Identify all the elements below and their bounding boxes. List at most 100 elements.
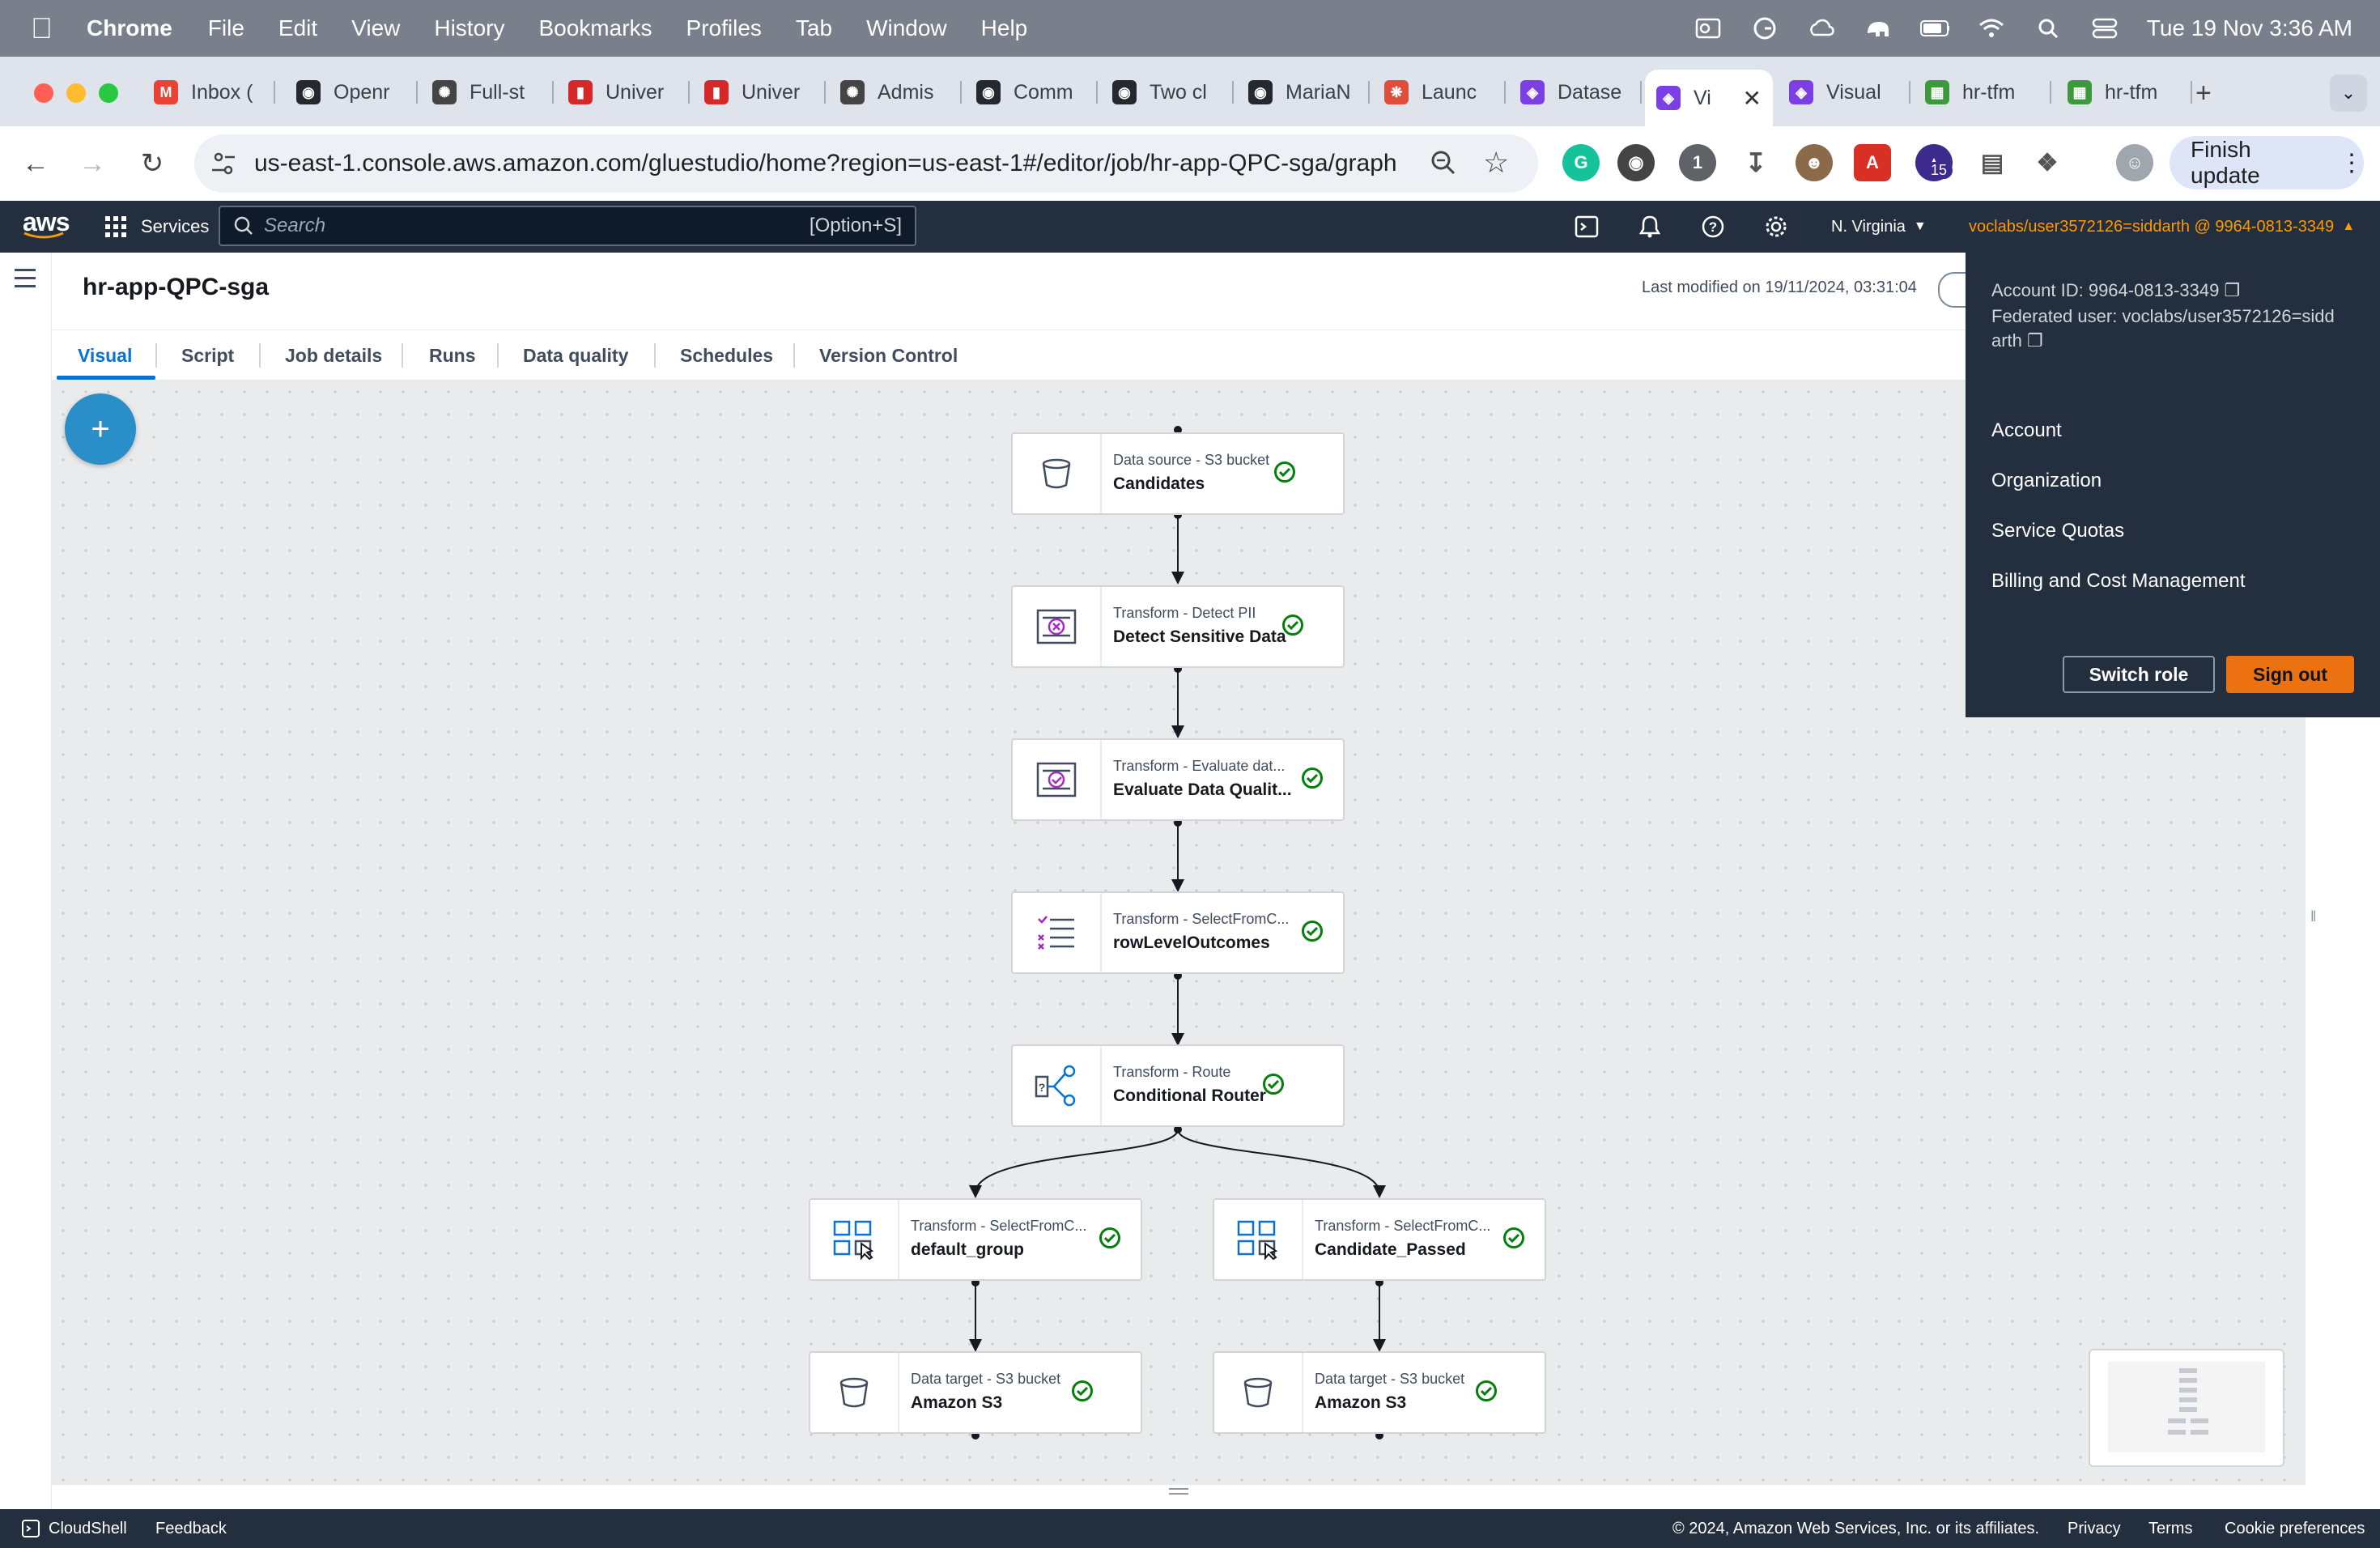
copy-icon[interactable]: ❐ xyxy=(2224,280,2240,300)
node-data-target-s3-left[interactable]: Data target - S3 bucket Amazon S3 xyxy=(809,1351,1142,1434)
browser-tab[interactable]: ◈ Datase xyxy=(1509,70,1642,115)
cloud-sync-icon[interactable] xyxy=(1807,16,1836,40)
address-bar[interactable]: us-east-1.console.aws.amazon.com/gluestu… xyxy=(194,134,1538,193)
menu-app-name[interactable]: Chrome xyxy=(87,15,172,41)
spotlight-search-icon[interactable] xyxy=(2034,16,2063,40)
node-candidate-passed[interactable]: Transform - SelectFromC... Candidate_Pas… xyxy=(1213,1198,1546,1281)
menu-item-service-quotas[interactable]: Service Quotas xyxy=(1991,520,2124,542)
minimize-window-button[interactable] xyxy=(66,83,86,103)
tab-runs[interactable]: Runs xyxy=(429,330,476,381)
grammarly-extension-icon[interactable]: G xyxy=(1562,144,1600,181)
menu-window[interactable]: Window xyxy=(866,15,947,41)
grammarly-icon[interactable] xyxy=(1750,16,1779,40)
cookie-preferences-link[interactable]: Cookie preferences xyxy=(2225,1509,2365,1548)
browser-tab[interactable]: ▮ Univer xyxy=(557,70,690,115)
browser-tab[interactable]: ◈ Visual xyxy=(1778,70,1910,115)
menu-clock[interactable]: Tue 19 Nov 3:36 AM xyxy=(2147,15,2352,41)
menu-item-organization[interactable]: Organization xyxy=(1991,470,2102,492)
sheet-extension-icon[interactable]: ▤ xyxy=(1974,144,2011,181)
node-row-level-outcomes[interactable]: Transform - SelectFromC... rowLevelOutco… xyxy=(1011,891,1345,974)
browser-tab[interactable]: ◉ Openr xyxy=(285,70,418,115)
aws-logo[interactable]: aws xyxy=(23,207,70,239)
browser-tab[interactable]: ◉ Comm xyxy=(965,70,1098,115)
forward-arrow-icon[interactable]: → xyxy=(73,144,112,183)
browser-tab[interactable]: ▦ hr-tfm xyxy=(2056,70,2192,115)
download-icon[interactable]: ↧ xyxy=(1737,144,1774,181)
menu-history[interactable]: History xyxy=(434,15,504,41)
new-tab-button[interactable]: + xyxy=(2195,78,2212,109)
elephant-icon[interactable] xyxy=(1864,16,1893,40)
zoom-icon[interactable] xyxy=(1430,149,1457,181)
feedback-link[interactable]: Feedback xyxy=(155,1509,227,1548)
node-default-group[interactable]: Transform - SelectFromC... default_group xyxy=(809,1198,1142,1281)
terms-link[interactable]: Terms xyxy=(2148,1509,2192,1548)
browser-tab[interactable]: M Inbox ( xyxy=(142,70,275,115)
maximize-window-button[interactable] xyxy=(99,83,118,103)
node-data-target-s3-right[interactable]: Data target - S3 bucket Amazon S3 xyxy=(1213,1351,1546,1434)
graph-minimap[interactable] xyxy=(2089,1349,2284,1467)
bottom-panel-resize-handle[interactable] xyxy=(1169,1488,1188,1498)
cloudshell-icon[interactable] xyxy=(1572,212,1601,241)
browser-tab[interactable]: ▦ hr-tfm xyxy=(1914,70,2051,115)
settings-gear-icon[interactable] xyxy=(1762,212,1791,241)
tab-version-control[interactable]: Version Control xyxy=(819,330,958,381)
add-node-button[interactable]: + xyxy=(65,393,136,465)
tab-script[interactable]: Script xyxy=(181,330,234,381)
account-menu-trigger[interactable]: voclabs/user3572126=siddarth @ 9964-0813… xyxy=(1969,201,2355,253)
services-menu[interactable]: Services xyxy=(105,201,209,253)
menu-bookmarks[interactable]: Bookmarks xyxy=(538,15,652,41)
panel-resize-handle[interactable]: ‖ xyxy=(2310,908,2320,928)
spy-extension-icon[interactable]: ☻ xyxy=(1796,144,1833,181)
region-selector[interactable]: N. Virginia ▼ xyxy=(1831,201,1927,253)
switch-role-button[interactable]: Switch role xyxy=(2063,656,2215,693)
extensions-puzzle-icon[interactable]: ❖ xyxy=(2029,144,2066,181)
aws-search-input[interactable]: Search [Option+S] xyxy=(219,206,916,246)
pdf-extension-icon[interactable]: A xyxy=(1854,144,1891,181)
browser-tab[interactable]: ▮ Univer xyxy=(693,70,826,115)
node-data-source-candidates[interactable]: Data source - S3 bucket Candidates xyxy=(1011,432,1345,515)
tab-schedules[interactable]: Schedules xyxy=(680,330,773,381)
node-conditional-router[interactable]: ? Transform - Route Conditional Router xyxy=(1011,1044,1345,1127)
site-settings-icon[interactable] xyxy=(209,149,238,182)
browser-tab[interactable]: ✺ Admis xyxy=(829,70,962,115)
browser-tab[interactable]: ◈ Vi ✕ xyxy=(1645,70,1773,126)
browser-tab[interactable]: ✺ Full-st xyxy=(421,70,554,115)
outlook-icon[interactable] xyxy=(1694,16,1723,40)
menu-file[interactable]: File xyxy=(208,15,244,41)
notifications-bell-icon[interactable] xyxy=(1635,212,1664,241)
close-tab-icon[interactable]: ✕ xyxy=(1743,85,1762,112)
camera-extension-icon[interactable]: ◉ xyxy=(1617,144,1655,181)
node-detect-sensitive-data[interactable]: Transform - Detect PII Detect Sensitive … xyxy=(1011,585,1345,668)
browser-tab[interactable]: ❋ Launc xyxy=(1373,70,1506,115)
menu-edit[interactable]: Edit xyxy=(278,15,317,41)
menu-tab[interactable]: Tab xyxy=(796,15,832,41)
node-evaluate-data-quality[interactable]: Transform - Evaluate dat... Evaluate Dat… xyxy=(1011,738,1345,821)
menu-help[interactable]: Help xyxy=(981,15,1028,41)
copy-icon[interactable]: ❐ xyxy=(2027,330,2043,351)
tab-data-quality[interactable]: Data quality xyxy=(523,330,628,381)
control-center-icon[interactable] xyxy=(2090,16,2119,40)
menu-item-billing[interactable]: Billing and Cost Management xyxy=(1991,570,2246,593)
tab-visual[interactable]: Visual xyxy=(78,330,132,381)
help-icon[interactable]: ? xyxy=(1698,212,1728,241)
menu-item-account[interactable]: Account xyxy=(1991,419,2062,442)
finish-update-button[interactable]: Finish update ⋮ xyxy=(2170,136,2364,189)
bookmark-star-icon[interactable]: ☆ xyxy=(1483,146,1509,180)
password-extension-icon[interactable]: 1 xyxy=(1679,144,1716,181)
tab-search-button[interactable]: ⌄ xyxy=(2330,74,2367,112)
sign-out-button[interactable]: Sign out xyxy=(2226,656,2354,693)
close-window-button[interactable] xyxy=(34,83,53,103)
profile-avatar[interactable]: ☺ xyxy=(2116,144,2153,181)
hamburger-menu-icon[interactable] xyxy=(15,269,36,293)
reload-icon[interactable]: ↻ xyxy=(133,144,172,183)
apple-icon[interactable]:  xyxy=(31,11,53,45)
menu-view[interactable]: View xyxy=(351,15,400,41)
browser-tab[interactable]: ◉ Two cl xyxy=(1101,70,1234,115)
back-arrow-icon[interactable]: ← xyxy=(16,144,55,183)
browser-tab[interactable]: ◉ MariaN xyxy=(1237,70,1370,115)
menu-profiles[interactable]: Profiles xyxy=(686,15,762,41)
cloudshell-footer-button[interactable]: CloudShell xyxy=(21,1509,127,1548)
url-text[interactable]: us-east-1.console.aws.amazon.com/gluestu… xyxy=(254,134,1397,193)
wifi-icon[interactable] xyxy=(1977,16,2006,40)
tab-job-details[interactable]: Job details xyxy=(285,330,382,381)
